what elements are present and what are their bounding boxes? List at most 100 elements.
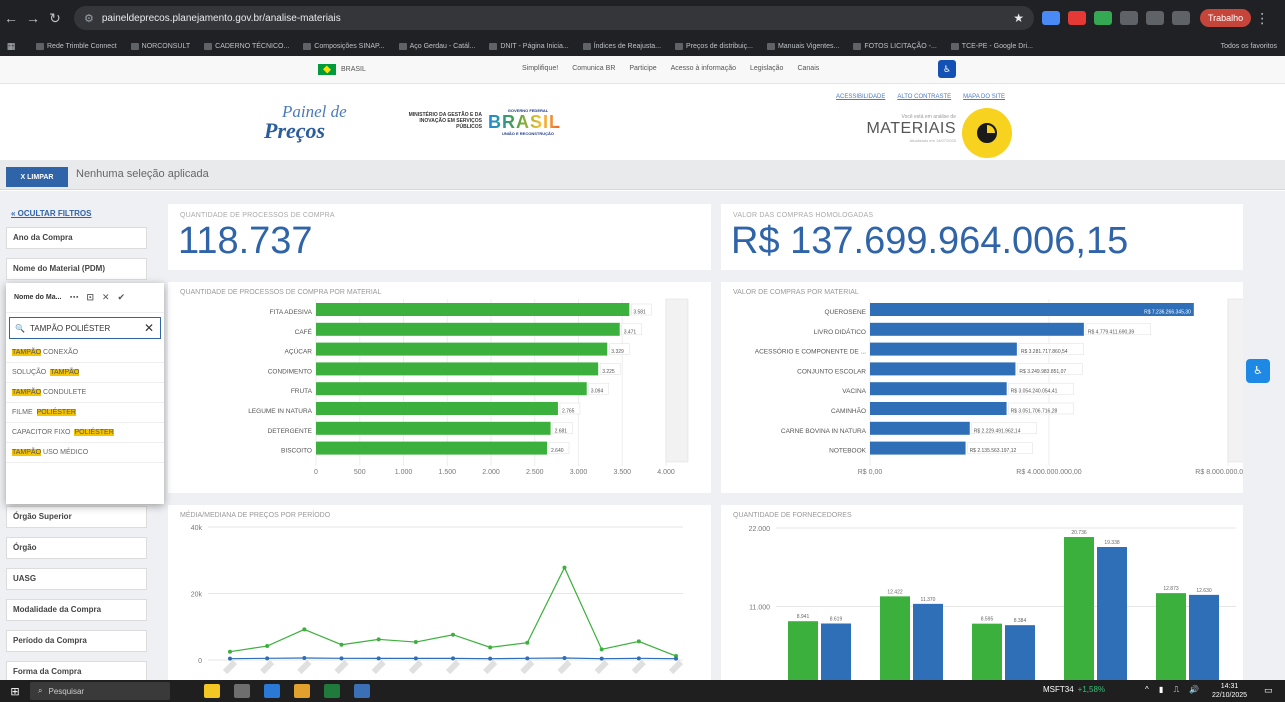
back-icon[interactable]: ← bbox=[0, 10, 22, 26]
gov-link[interactable]: Participe bbox=[629, 65, 656, 72]
bookmark-item[interactable]: CADERNO TÉCNICO... bbox=[204, 42, 289, 50]
chart-scrollbar[interactable] bbox=[665, 298, 689, 463]
x-tick-label: 2.500 bbox=[526, 469, 544, 476]
hide-filters-link[interactable]: « OCULTAR FILTROS bbox=[11, 209, 91, 218]
taskbar-clock[interactable]: 14:31 22/10/2025 bbox=[1212, 682, 1247, 700]
clear-filters-button[interactable]: X LIMPAR bbox=[6, 167, 68, 187]
stock-widget[interactable]: MSFT34 +1,58% bbox=[1043, 685, 1105, 694]
filter-periodo[interactable]: Período da Compra bbox=[6, 630, 147, 652]
dropdown-option[interactable]: TAMPÃO CONEXÃO bbox=[6, 343, 164, 363]
taskbar-search[interactable]: ⌕ Pesquisar bbox=[30, 682, 170, 700]
forward-icon[interactable]: → bbox=[22, 10, 44, 26]
suppliers-chart: 011.00022.0008.9418.61912.42211.3708.595… bbox=[749, 526, 1236, 680]
match-highlight: POLIÉSTER bbox=[74, 429, 114, 436]
bookmark-item[interactable]: Composições SINAP... bbox=[303, 42, 385, 50]
gov-link[interactable]: Canais bbox=[797, 65, 819, 72]
confirm-selection-icon[interactable]: ✔ bbox=[118, 292, 126, 303]
gov-link[interactable]: Legislação bbox=[750, 65, 783, 72]
all-bookmarks-folder[interactable]: Todos os favoritos bbox=[1221, 43, 1277, 50]
bookmark-item[interactable]: Índices de Reajusta... bbox=[582, 42, 661, 50]
profile-button[interactable]: Trabalho bbox=[1200, 9, 1252, 27]
bookmark-item[interactable]: DNIT - Página Inicia... bbox=[489, 42, 569, 50]
bookmark-item[interactable]: Aço Gerdau - Catál... bbox=[398, 42, 475, 50]
x-tick-label-placeholder bbox=[520, 659, 535, 675]
bookmark-item[interactable]: Rede Trimble Connect bbox=[36, 42, 117, 50]
download-icon[interactable] bbox=[1146, 11, 1164, 25]
accessibility-icon[interactable]: ♿ bbox=[938, 60, 956, 78]
extension-icon[interactable] bbox=[1068, 11, 1086, 25]
bookmark-item[interactable]: NORCONSULT bbox=[130, 42, 190, 50]
gov-federal-logo: GOVERNO FEDERAL BRASIL UNIÃO E RECONSTRU… bbox=[488, 108, 568, 136]
brasil-link[interactable]: BRASIL bbox=[318, 64, 366, 75]
app-icon[interactable] bbox=[354, 684, 370, 698]
site-header: Painel de Preços MINISTÉRIO DA GESTÃO E … bbox=[0, 84, 1285, 160]
bookmark-item[interactable]: Preços de distribuiç... bbox=[675, 42, 753, 50]
windows-start-icon[interactable]: ⊞ bbox=[0, 685, 30, 698]
search-value[interactable]: TAMPÃO POLIÉSTER bbox=[30, 324, 110, 333]
access-link[interactable]: MAPA DO SITE bbox=[963, 94, 1005, 100]
gov-link[interactable]: Simplifique! bbox=[522, 65, 558, 72]
bookmark-item[interactable]: FOTOS LICITAÇÃO -... bbox=[853, 42, 937, 50]
dropdown-option[interactable]: SOLUÇÃO TAMPÃO bbox=[6, 363, 164, 383]
clock-date: 22/10/2025 bbox=[1212, 692, 1248, 699]
bookmark-item[interactable]: TCE-PE - Google Dri... bbox=[950, 42, 1033, 50]
notification-icon[interactable]: ▭ bbox=[1264, 685, 1273, 696]
x-tick-label-placeholder bbox=[297, 659, 312, 675]
bookmark-star-icon[interactable]: ★ bbox=[1013, 11, 1024, 25]
cancel-selection-icon[interactable]: ✕ bbox=[102, 292, 110, 303]
filter-modalidade[interactable]: Modalidade da Compra bbox=[6, 599, 147, 621]
kpi-processes-card: QUANTIDADE DE PROCESSOS DE COMPRA 118.73… bbox=[168, 204, 711, 270]
dropdown-option[interactable]: TAMPÃO USO MÉDICO bbox=[6, 443, 164, 463]
address-bar[interactable]: ⚙ paineldeprecos.planejamento.gov.br/ana… bbox=[74, 6, 1034, 30]
chart-scrollbar[interactable] bbox=[1227, 298, 1243, 463]
filter-uasg[interactable]: UASG bbox=[6, 568, 147, 590]
reload-icon[interactable]: ↻ bbox=[44, 10, 66, 27]
file-explorer-icon[interactable] bbox=[264, 684, 280, 698]
gov-link[interactable]: Comunica BR bbox=[572, 65, 615, 72]
more-icon[interactable]: ⋯ bbox=[69, 292, 78, 303]
median-price-chart: 0 20k 40k bbox=[191, 525, 684, 675]
dropdown-option[interactable]: TAMPÃO CONDULETE bbox=[6, 383, 164, 403]
y-tick-label: 40k bbox=[191, 525, 203, 532]
select-all-icon[interactable]: ⊡ bbox=[86, 292, 94, 303]
bookmark-item[interactable]: Manuais Vigentes... bbox=[766, 42, 839, 50]
task-view-icon[interactable] bbox=[234, 684, 250, 698]
filter-orgao[interactable]: Órgão bbox=[6, 537, 147, 559]
widgets-icon[interactable] bbox=[204, 684, 220, 698]
url-text[interactable]: paineldeprecos.planejamento.gov.br/anali… bbox=[102, 13, 341, 24]
dropdown-search-input[interactable]: 🔍 TAMPÃO POLIÉSTER ✕ bbox=[9, 317, 161, 339]
bookmark-favicon-icon bbox=[766, 42, 775, 50]
stock-change: +1,58% bbox=[1077, 685, 1106, 694]
excel-icon[interactable] bbox=[324, 684, 340, 698]
clear-search-icon[interactable]: ✕ bbox=[144, 321, 154, 335]
bar bbox=[870, 421, 970, 435]
ministry-label: MINISTÉRIO DA GESTÃO E DA INOVAÇÃO EM SE… bbox=[408, 112, 482, 130]
filter-nome-material[interactable]: Nome do Material (PDM) bbox=[6, 258, 147, 280]
dropdown-option[interactable]: CAPACITOR FIXO POLIÉSTER bbox=[6, 423, 164, 443]
suppliers-card: QUANTIDADE DE FORNECEDORES 011.00022.000… bbox=[721, 505, 1243, 680]
painel-precos-logo[interactable]: Painel de Preços bbox=[264, 103, 347, 142]
tab-search-icon[interactable] bbox=[1172, 11, 1190, 25]
extension-icon[interactable] bbox=[1094, 11, 1112, 25]
data-label: 3.225 bbox=[602, 369, 615, 375]
x-tick-label-placeholder bbox=[631, 659, 646, 675]
material-filter-dropdown: Nome do Ma... ⋯ ⊡ ✕ ✔ 🔍 TAMPÃO POLIÉSTER… bbox=[6, 283, 164, 504]
filter-ano-compra[interactable]: Ano da Compra bbox=[6, 227, 147, 249]
gov-link[interactable]: Acesso à informação bbox=[671, 65, 736, 72]
filter-orgao-superior[interactable]: Órgão Superior bbox=[6, 506, 147, 528]
access-link[interactable]: ACESSIBILIDADE bbox=[836, 94, 885, 100]
access-link[interactable]: ALTO CONTRASTE bbox=[897, 94, 951, 100]
dropdown-option[interactable]: FILME POLIÉSTER bbox=[6, 403, 164, 423]
brasil-label: BRASIL bbox=[341, 66, 366, 73]
accessibility-side-button[interactable]: ♿ bbox=[1246, 359, 1270, 383]
extension-icon[interactable] bbox=[1042, 11, 1060, 25]
system-tray[interactable]: ^ ▮ ⎍ 🔊 bbox=[1145, 685, 1203, 695]
materials-pie-icon[interactable] bbox=[962, 108, 1012, 158]
bar bbox=[870, 441, 966, 455]
option-text: USO MÉDICO bbox=[43, 449, 89, 456]
site-info-icon[interactable]: ⚙ bbox=[84, 12, 94, 25]
extension-icon[interactable] bbox=[1120, 11, 1138, 25]
chrome-icon[interactable] bbox=[294, 684, 310, 698]
menu-icon[interactable]: ⋮ bbox=[1251, 10, 1273, 27]
apps-icon[interactable]: ▦ bbox=[0, 41, 22, 52]
